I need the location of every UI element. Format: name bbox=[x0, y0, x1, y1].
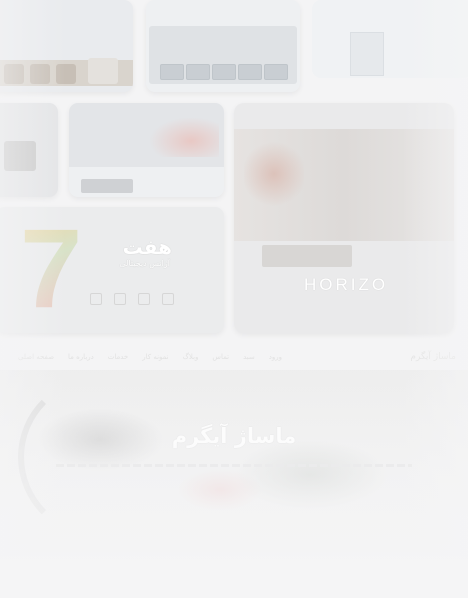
card-button bbox=[186, 64, 210, 80]
haft-title: هفت bbox=[122, 235, 172, 259]
hero-title: ماساژ آیگرم bbox=[171, 424, 297, 448]
site-nav: صفحه اصلی درباره ما خدمات نمونه کار وبلا… bbox=[18, 350, 456, 364]
card-figures bbox=[81, 179, 133, 193]
nav-item[interactable]: سبد bbox=[243, 353, 255, 361]
portfolio-card-middle-center[interactable] bbox=[69, 103, 224, 197]
portfolio-card-top-left[interactable] bbox=[0, 0, 133, 92]
feature-icon bbox=[138, 293, 150, 305]
product-thumb bbox=[56, 64, 76, 84]
nav-item[interactable]: خدمات bbox=[108, 353, 128, 361]
product-thumb bbox=[30, 64, 50, 84]
hero-subtitle-line bbox=[56, 464, 412, 467]
product-thumb bbox=[88, 58, 118, 84]
card-button bbox=[238, 64, 262, 80]
hero-section: ماساژ آیگرم bbox=[0, 370, 468, 598]
feature-icon bbox=[90, 293, 102, 305]
portfolio-card-top-middle[interactable] bbox=[146, 0, 300, 92]
nav-items: صفحه اصلی درباره ما خدمات نمونه کار وبلا… bbox=[18, 353, 282, 361]
card-button bbox=[264, 64, 288, 80]
hero-bowl-arc bbox=[18, 376, 180, 538]
card-strip bbox=[262, 245, 352, 267]
nav-item[interactable]: تماس bbox=[212, 353, 229, 361]
nav-item[interactable]: صفحه اصلی bbox=[18, 353, 54, 361]
portfolio-card-middle-left[interactable] bbox=[0, 103, 58, 197]
feature-icon bbox=[114, 293, 126, 305]
portfolio-card-horizon[interactable]: HORIZO bbox=[234, 103, 454, 333]
card-button bbox=[212, 64, 236, 80]
horizon-logo: HORIZO bbox=[304, 275, 389, 294]
card-image bbox=[4, 141, 36, 171]
portfolio-card-haft[interactable]: 7 هفت آژانس دیجیتالی bbox=[0, 207, 224, 333]
haft-subtitle: آژانس دیجیتالی bbox=[119, 259, 170, 268]
site-brand[interactable]: ماساژ آیگرم bbox=[410, 352, 456, 362]
nav-item[interactable]: نمونه کار bbox=[142, 353, 168, 361]
portfolio-card-top-right[interactable] bbox=[312, 0, 468, 78]
feature-icon bbox=[162, 293, 174, 305]
nav-item[interactable]: وبلاگ bbox=[183, 353, 199, 361]
card-button bbox=[160, 64, 184, 80]
nav-item[interactable]: درباره ما bbox=[68, 353, 94, 361]
product-thumb bbox=[4, 64, 24, 84]
document-thumb bbox=[350, 32, 384, 76]
page-stage: HORIZO 7 هفت آژانس دیجیتالی صفحه اصلی در… bbox=[0, 0, 468, 598]
card-hero-image bbox=[234, 129, 454, 241]
haft-seven-logo: 7 bbox=[20, 207, 83, 331]
card-image bbox=[69, 103, 224, 167]
nav-item[interactable]: ورود bbox=[269, 353, 282, 361]
